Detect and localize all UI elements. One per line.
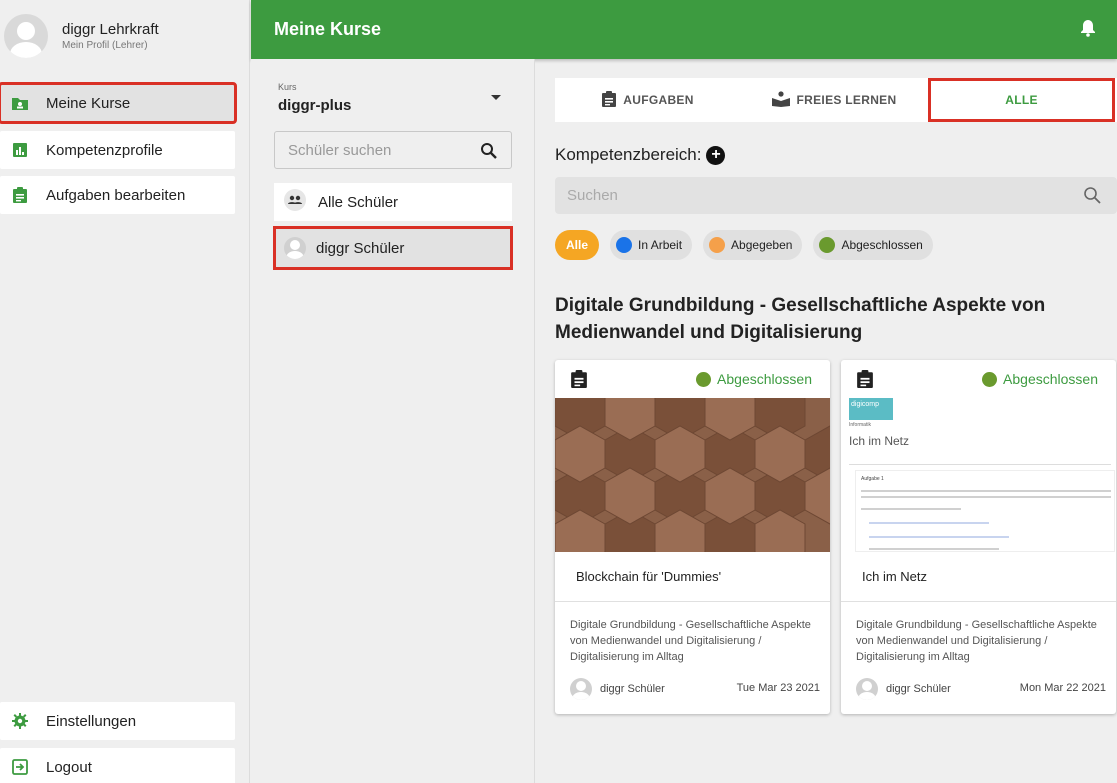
task-student: diggr Schüler xyxy=(886,683,951,695)
thumb-task: Aufgabe 1 xyxy=(861,476,884,482)
task-title: Ich im Netz xyxy=(862,569,928,584)
tab-freies-lernen[interactable]: FREIES LERNEN xyxy=(741,78,927,122)
chip-label: Abgeschlossen xyxy=(841,238,923,252)
task-search[interactable] xyxy=(555,177,1117,214)
bar-chart-icon xyxy=(12,142,28,158)
divider xyxy=(841,601,1116,602)
section-title: Digitale Grundbildung - Gesellschaftlich… xyxy=(555,295,1046,343)
student-all-label: Alle Schüler xyxy=(318,193,399,211)
chip-label: Abgegeben xyxy=(731,238,793,252)
sidebar-item-aufgaben-bearbeiten[interactable]: Aufgaben bearbeiten xyxy=(0,176,235,214)
gear-icon xyxy=(12,713,28,729)
task-card[interactable]: Abgeschlossen digicomp Informatik Ich im… xyxy=(841,360,1116,714)
task-thumbnail: digicomp Informatik Ich im Netz Aufgabe … xyxy=(841,398,1116,552)
profile[interactable]: diggr Lehrkraft Mein Profil (Lehrer) xyxy=(4,14,159,58)
group-icon xyxy=(284,189,306,215)
sidebar-item-label: Meine Kurse xyxy=(46,94,131,112)
logout-icon xyxy=(12,759,28,775)
task-description: Digitale Grundbildung - Gesellschaftlich… xyxy=(856,619,1097,663)
sidebar: diggr Lehrkraft Mein Profil (Lehrer) Mei… xyxy=(0,0,250,783)
status-label: Abgeschlossen xyxy=(717,371,812,387)
task-date: Mon Mar 22 2021 xyxy=(1019,682,1106,694)
filter-chip-alle[interactable]: Alle xyxy=(555,230,600,260)
status-label: Abgeschlossen xyxy=(1003,371,1098,387)
reading-icon xyxy=(771,90,790,110)
logo: digicomp xyxy=(849,398,893,420)
profile-name: diggr Lehrkraft xyxy=(62,21,159,38)
sidebar-item-logout[interactable]: Logout xyxy=(0,748,235,783)
clipboard-icon xyxy=(12,187,28,203)
sidebar-item-meine-kurse[interactable]: Meine Kurse xyxy=(0,82,237,124)
search-icon[interactable] xyxy=(1083,186,1101,209)
filter-chip-abgeschlossen[interactable]: Abgeschlossen xyxy=(813,230,933,260)
student-item-diggr[interactable]: diggr Schüler xyxy=(273,226,513,270)
folder-person-icon xyxy=(12,95,28,111)
status-dot-icon xyxy=(709,237,726,253)
student-search-input[interactable] xyxy=(288,141,468,159)
page-title: Meine Kurse xyxy=(274,19,382,39)
student-item-all[interactable]: Alle Schüler xyxy=(274,183,512,221)
chevron-down-icon[interactable] xyxy=(491,95,501,100)
course-select[interactable]: diggr-plus xyxy=(278,97,351,114)
task-tabs: AUFGABEN FREIES LERNEN ALLE xyxy=(555,78,1117,122)
divider xyxy=(555,601,830,602)
course-select-label: Kurs xyxy=(278,82,297,92)
sidebar-item-label: Logout xyxy=(46,758,92,776)
status-dot-icon xyxy=(819,237,836,253)
sidebar-item-kompetenzprofile[interactable]: Kompetenzprofile xyxy=(0,131,235,169)
add-kompetenz-button[interactable]: + xyxy=(706,145,726,165)
kompetenzbereich-label: Kompetenzbereich: xyxy=(555,145,702,164)
status-dot-icon xyxy=(982,371,998,387)
bell-icon[interactable] xyxy=(1081,19,1095,42)
student-panel: Kurs diggr-plus Alle Schüler diggr Schül… xyxy=(251,59,535,783)
clipboard-icon xyxy=(857,370,873,393)
status-dot-icon xyxy=(616,237,633,253)
thumb-subject: Informatik xyxy=(849,422,871,428)
sidebar-item-label: Aufgaben bearbeiten xyxy=(46,186,186,204)
task-student: diggr Schüler xyxy=(600,683,665,695)
status-badge: Abgeschlossen xyxy=(696,371,812,387)
clipboard-icon xyxy=(602,90,617,110)
app-header: Meine Kurse xyxy=(251,0,1117,59)
student-name: diggr Schüler xyxy=(316,239,405,257)
clipboard-icon xyxy=(571,370,587,393)
sidebar-item-label: Einstellungen xyxy=(46,712,137,730)
task-card[interactable]: Abgeschlossen Blockchain für 'Dummies' D… xyxy=(555,360,830,714)
avatar xyxy=(570,678,592,700)
thumb-brand: digicomp xyxy=(851,401,880,408)
tab-label: FREIES LERNEN xyxy=(796,93,897,107)
student-search[interactable] xyxy=(274,131,512,169)
sidebar-item-label: Kompetenzprofile xyxy=(46,141,163,159)
task-thumbnail xyxy=(555,398,830,552)
chip-label: Alle xyxy=(566,238,589,252)
profile-subtitle: Mein Profil (Lehrer) xyxy=(62,40,148,51)
chip-label: In Arbeit xyxy=(638,238,683,252)
filter-chip-in-arbeit[interactable]: In Arbeit xyxy=(610,230,693,260)
task-description: Digitale Grundbildung - Gesellschaftlich… xyxy=(570,619,811,663)
sidebar-item-einstellungen[interactable]: Einstellungen xyxy=(0,702,235,740)
tab-label: AUFGABEN xyxy=(623,93,694,107)
task-date: Tue Mar 23 2021 xyxy=(736,682,820,694)
task-title: Blockchain für 'Dummies' xyxy=(576,569,722,584)
filter-chip-abgegeben[interactable]: Abgegeben xyxy=(703,230,803,260)
tab-label: ALLE xyxy=(1005,93,1038,107)
status-filter: Alle In Arbeit Abgegeben Abgeschlossen xyxy=(555,230,944,260)
task-search-input[interactable] xyxy=(567,187,1047,204)
status-badge: Abgeschlossen xyxy=(982,371,1098,387)
thumb-heading: Ich im Netz xyxy=(849,434,910,448)
tab-alle[interactable]: ALLE xyxy=(928,78,1115,122)
search-icon[interactable] xyxy=(480,142,497,164)
kompetenzbereich: Kompetenzbereich: + xyxy=(555,145,726,165)
avatar xyxy=(856,678,878,700)
avatar xyxy=(4,14,48,58)
status-dot-icon xyxy=(696,371,712,387)
avatar xyxy=(284,237,306,259)
tab-aufgaben[interactable]: AUFGABEN xyxy=(555,78,741,122)
main-content: AUFGABEN FREIES LERNEN ALLE Kompetenzber… xyxy=(536,59,1117,783)
